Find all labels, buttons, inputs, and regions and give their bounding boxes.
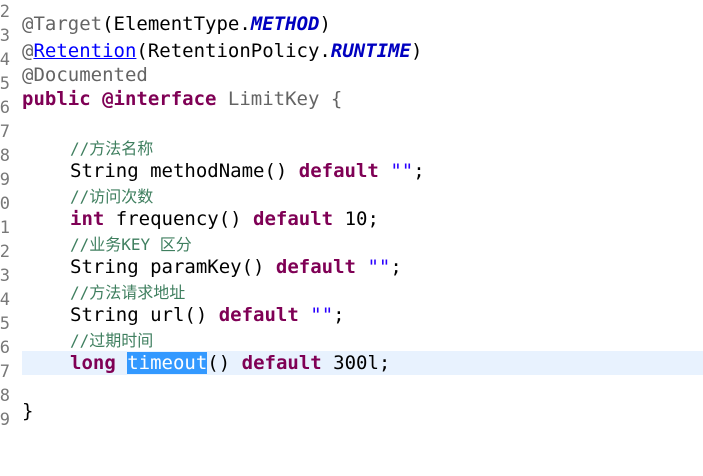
code-text: ()	[207, 352, 242, 374]
code-line-current[interactable]: long timeout() default 300l;	[22, 351, 703, 375]
code-line-closing-brace[interactable]: }	[22, 399, 703, 423]
code-comment: //过期时间	[70, 331, 154, 350]
keyword: long	[70, 352, 116, 374]
code-comment: //方法请求地址	[70, 283, 186, 302]
code-text: String paramKey()	[70, 256, 276, 278]
annotation-target: Target	[33, 13, 103, 35]
string-literal: ""	[390, 160, 414, 182]
closing-brace: }	[22, 400, 34, 422]
code-comment: //方法名称	[70, 139, 154, 158]
code-line-comment[interactable]: //过期时间	[22, 328, 703, 352]
annotation-at: @	[22, 40, 34, 62]
code-line-method[interactable]: String url() default "";	[22, 303, 703, 327]
code-line-method[interactable]: String paramKey() default "";	[22, 255, 703, 279]
code-area[interactable]: @Target(ElementType.METHOD) @Retention(R…	[22, 0, 703, 476]
line-number: 9	[0, 410, 10, 430]
keyword: int	[70, 208, 105, 230]
code-text: String url()	[70, 304, 219, 326]
line-number: 4	[0, 290, 10, 310]
keyword: default	[241, 352, 322, 374]
line-number: 5	[0, 74, 10, 94]
line-number-gutter: 2 3 4 5 6 7 8 9 0 1 2 3 4 5 6 7 8 9	[0, 0, 14, 476]
code-text: String methodName()	[70, 160, 299, 182]
code-text: ;	[413, 160, 425, 182]
line-number: 8	[0, 146, 10, 166]
selected-text[interactable]: timeout	[127, 352, 208, 374]
code-editor[interactable]: 2 3 4 5 6 7 8 9 0 1 2 3 4 5 6 7 8 9 @Tar…	[0, 0, 703, 476]
line-number: 2	[0, 242, 10, 262]
code-text: frequency()	[104, 208, 254, 230]
keyword: default	[275, 256, 356, 278]
code-text: 300l;	[321, 352, 391, 374]
code-text: (RetentionPolicy.	[136, 40, 331, 62]
code-comment: //访问次数	[70, 187, 154, 206]
interface-name: LimitKey {	[216, 88, 343, 110]
line-number: 5	[0, 314, 10, 334]
line-number: 4	[0, 50, 10, 70]
code-line-comment[interactable]: //方法名称	[22, 136, 703, 160]
keyword: public	[22, 88, 91, 110]
enum-constant: METHOD	[250, 13, 320, 35]
code-text: )	[410, 40, 423, 62]
code-line-interface-decl[interactable]: public @interface LimitKey {	[22, 87, 703, 111]
code-line-comment[interactable]: //业务KEY 区分	[22, 232, 703, 256]
code-comment: //业务KEY 区分	[70, 235, 192, 254]
annotation-at: @	[22, 13, 34, 35]
code-line-method[interactable]: int frequency() default 10;	[22, 207, 703, 231]
code-text: )	[319, 13, 331, 35]
keyword: default	[253, 208, 334, 230]
line-number: 7	[0, 362, 10, 382]
line-number: 8	[0, 386, 10, 406]
annotation-documented: @Documented	[22, 64, 148, 86]
code-line-documented[interactable]: @Documented	[22, 63, 703, 87]
code-line-comment[interactable]: //方法请求地址	[22, 280, 703, 304]
line-number: 2	[0, 2, 10, 22]
string-literal: ""	[310, 304, 334, 326]
code-text: (ElementType.	[102, 13, 251, 35]
enum-constant: RUNTIME	[330, 40, 411, 62]
keyword: @interface	[102, 88, 217, 110]
code-line-comment[interactable]: //访问次数	[22, 184, 703, 208]
line-number: 1	[0, 218, 10, 238]
code-line-retention[interactable]: @Retention(RetentionPolicy.RUNTIME)	[22, 39, 703, 63]
line-number: 3	[0, 266, 10, 286]
code-line-target[interactable]: @Target(ElementType.METHOD)	[22, 12, 703, 36]
string-literal: ""	[367, 256, 391, 278]
code-text: 10;	[333, 208, 379, 230]
code-text: ;	[333, 304, 345, 326]
line-number: 9	[0, 170, 10, 190]
line-number: 6	[0, 98, 10, 118]
annotation-retention-link[interactable]: Retention	[33, 40, 136, 62]
code-line-method[interactable]: String methodName() default "";	[22, 159, 703, 183]
line-number: 0	[0, 194, 10, 214]
line-number: 6	[0, 338, 10, 358]
keyword: default	[298, 160, 379, 182]
code-text: ;	[390, 256, 402, 278]
keyword: default	[218, 304, 299, 326]
line-number: 7	[0, 122, 10, 142]
line-number: 3	[0, 26, 10, 46]
